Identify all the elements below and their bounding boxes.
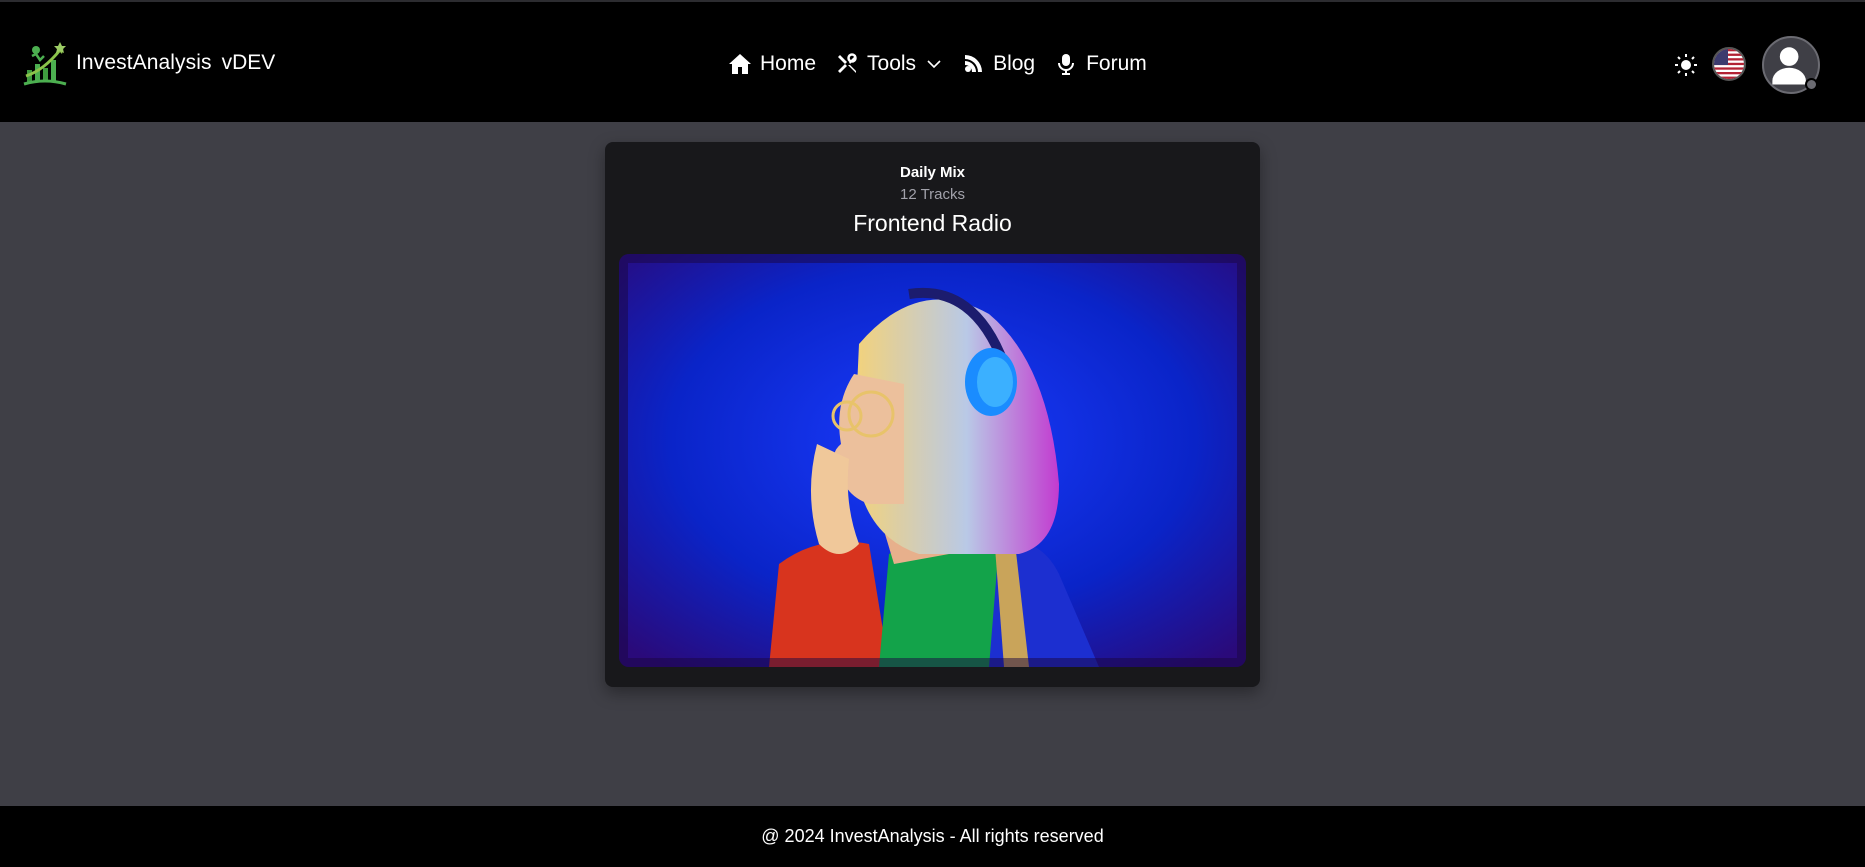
card-subtitle: Daily Mix	[899, 164, 966, 181]
top-navbar: InvestAnalysis vDEV Home Tools Blog Foru…	[0, 2, 1865, 122]
nav-tools[interactable]: Tools	[835, 52, 942, 76]
copyright-text: @ 2024 InvestAnalysis - All rights reser…	[761, 826, 1104, 846]
chevron-down-icon	[927, 60, 941, 69]
woman-with-headphones-photo	[619, 254, 1246, 667]
main-nav: Home Tools Blog Forum	[728, 48, 1166, 80]
brand-name: InvestAnalysis	[76, 51, 212, 74]
rss-icon	[965, 55, 983, 72]
page-footer: @ 2024 InvestAnalysis - All rights reser…	[0, 806, 1865, 867]
nav-home[interactable]: Home	[728, 52, 816, 76]
growth-chart-logo-icon	[23, 42, 67, 86]
track-count: 12 Tracks	[899, 186, 966, 203]
nav-blog[interactable]: Blog	[961, 52, 1035, 76]
playlist-card[interactable]: Daily Mix 12 Tracks Frontend Radio	[605, 142, 1260, 687]
nav-forum-label: Forum	[1086, 52, 1147, 75]
microphone-icon	[1058, 54, 1075, 75]
nav-forum[interactable]: Forum	[1054, 52, 1147, 76]
home-icon	[729, 54, 751, 74]
nav-blog-label: Blog	[993, 52, 1036, 75]
sun-icon[interactable]	[1674, 53, 1698, 77]
brand-link[interactable]: InvestAnalysis vDEV	[22, 40, 275, 86]
nav-home-label: Home	[760, 52, 817, 75]
status-indicator	[1805, 78, 1818, 91]
tools-icon	[838, 53, 857, 73]
card-title: Frontend Radio	[853, 210, 1012, 236]
us-flag-icon	[1714, 49, 1744, 79]
language-selector[interactable]	[1712, 47, 1746, 81]
nav-tools-label: Tools	[867, 52, 917, 75]
app-version: vDEV	[221, 51, 276, 74]
